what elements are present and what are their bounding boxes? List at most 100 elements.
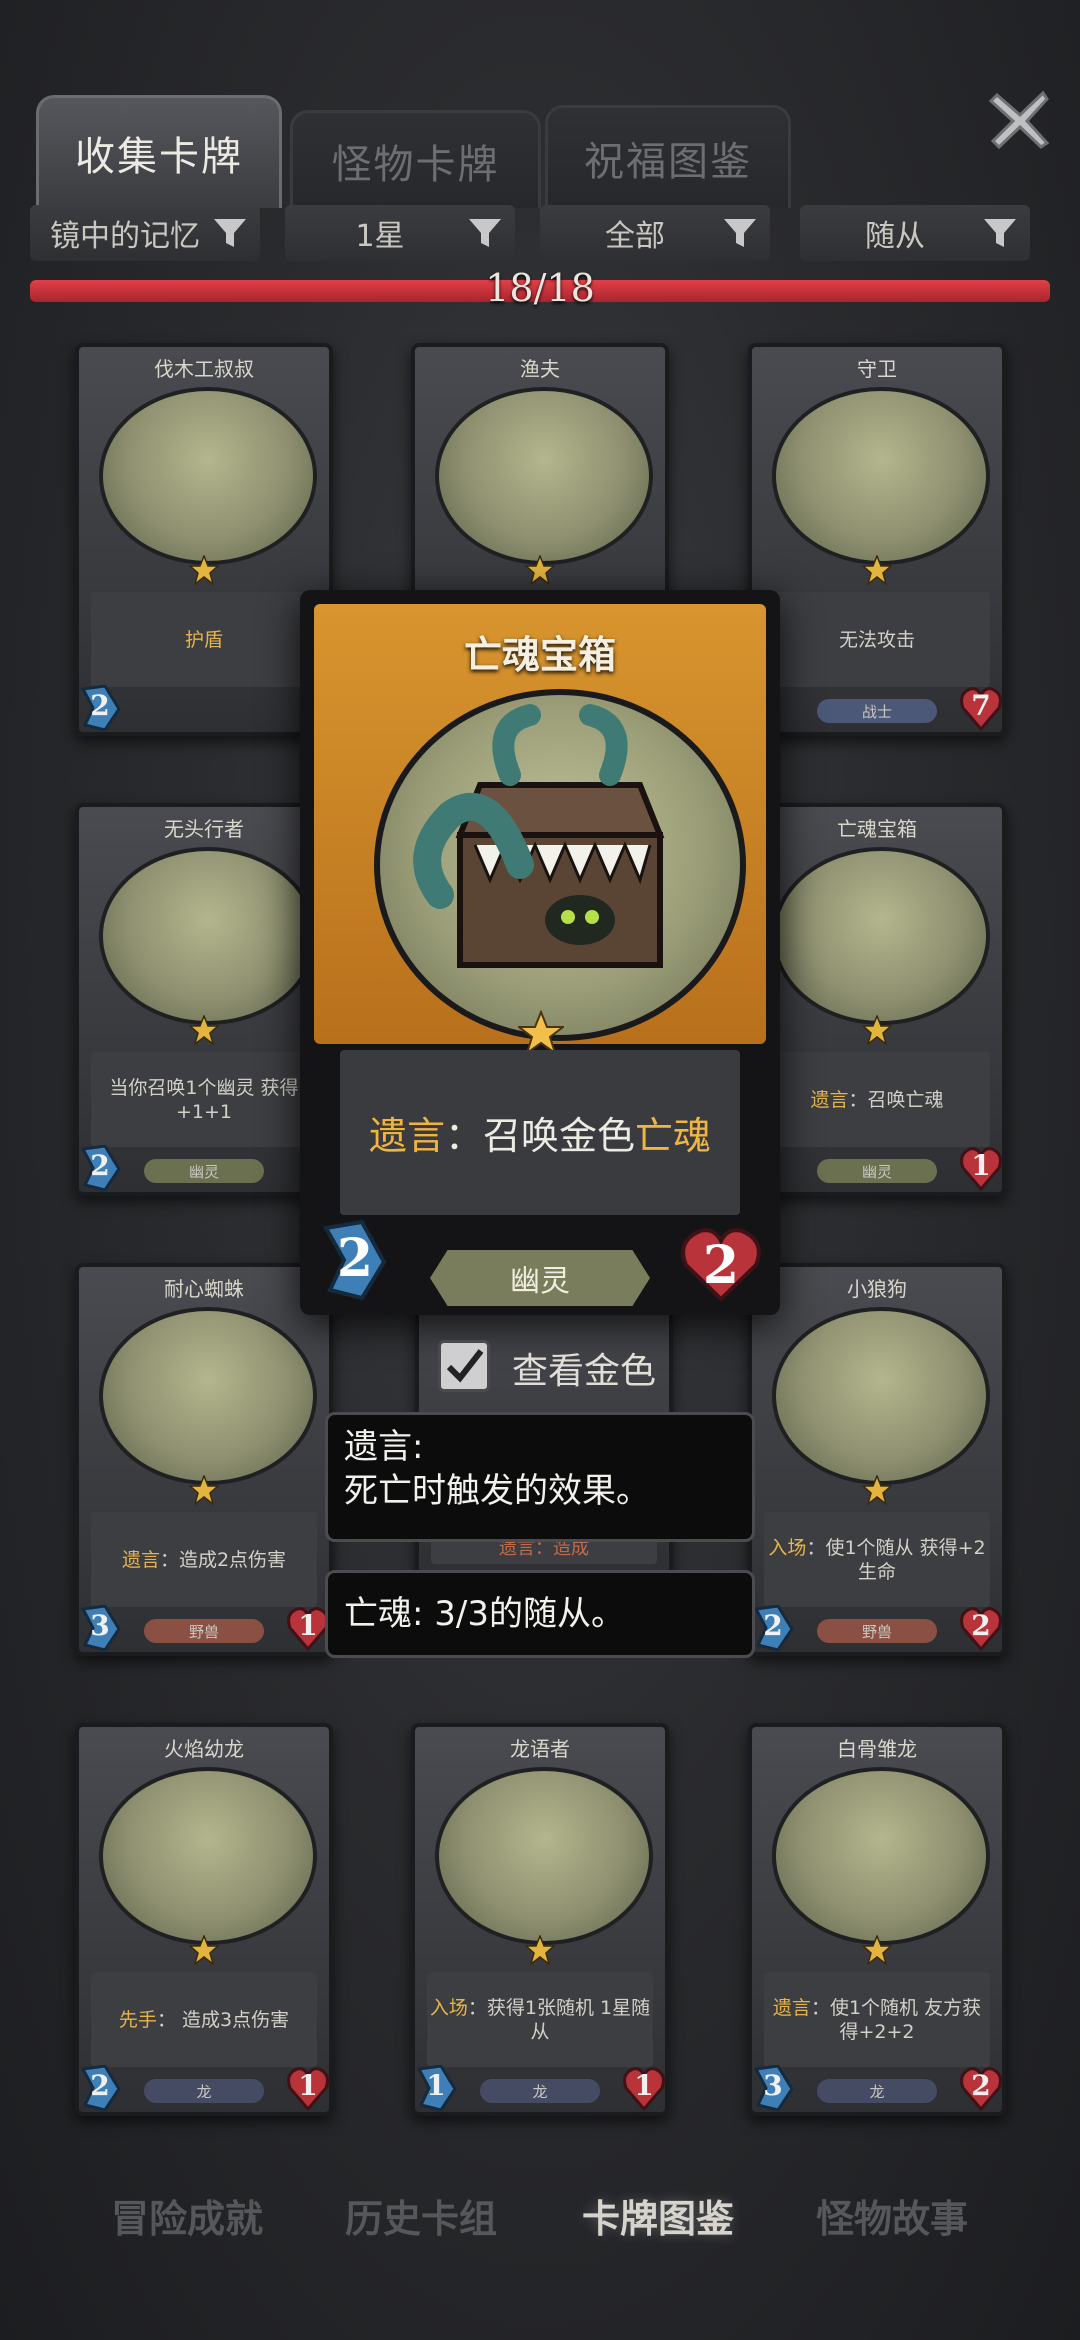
card-attack-value: 1 xyxy=(426,2069,446,2102)
star-icon xyxy=(189,1475,219,1505)
card-portrait xyxy=(99,1767,317,1945)
filter-star[interactable]: 1星 xyxy=(285,205,515,261)
funnel-icon xyxy=(214,219,246,247)
tooltip-soul-body: 亡魂: 3/3的随从。 xyxy=(344,1594,625,1634)
card-tribe-badge: 野兽 xyxy=(144,1619,264,1643)
tooltip-deathrattle-title: 遗言: xyxy=(344,1427,424,1467)
collection-card[interactable]: 亡魂宝箱 遗言：召唤亡魂 幽灵 1 xyxy=(748,803,1006,1196)
collection-card[interactable]: 伐木工叔叔 护盾 2 xyxy=(75,343,333,736)
popup-card-title: 亡魂宝箱 xyxy=(463,633,616,677)
popup-attack-value: 2 xyxy=(336,1228,374,1289)
heart-icon: 1 xyxy=(960,1145,1002,1192)
card-health-value: 1 xyxy=(298,2069,318,2102)
collection-card[interactable]: 耐心蜘蛛遗言：造成2点伤害野兽 3 1 xyxy=(75,1263,333,1656)
collection-card[interactable]: 无头行者 当你召唤1个幽灵 获得+1+1 幽灵 2 xyxy=(75,803,333,1196)
card-health-value: 7 xyxy=(971,689,991,722)
card-description: 遗言：召唤亡魂 xyxy=(764,1052,990,1147)
funnel-icon xyxy=(469,219,501,247)
card-portrait xyxy=(772,847,990,1025)
collection-card[interactable]: 小狼狗 入场：使1个随从 获得+2生命 野兽 2 2 xyxy=(748,1263,1006,1656)
funnel-icon xyxy=(724,219,756,247)
tooltip-deathrattle-body: 死亡时触发的效果。 xyxy=(344,1471,650,1511)
heart-icon: 2 xyxy=(960,1605,1002,1652)
card-attack-value: 2 xyxy=(90,2069,110,2102)
card-health-value: 1 xyxy=(298,1609,318,1642)
card-health-value: 2 xyxy=(971,2069,991,2102)
heart-icon: 1 xyxy=(287,2065,329,2112)
popup-card-description: 遗言 ：召唤金色 亡魂 xyxy=(340,1050,740,1215)
card-description: 遗言：造成2点伤害 xyxy=(91,1512,317,1607)
golden-checkbox-label[interactable]: 查看金色 xyxy=(512,1342,656,1394)
star-icon xyxy=(189,1015,219,1045)
card-name: 亡魂宝箱 xyxy=(837,817,917,841)
funnel-icon xyxy=(984,219,1016,247)
card-portrait xyxy=(99,387,317,565)
star-icon xyxy=(525,555,555,585)
tab-blessing-codex[interactable]: 祝福图鉴 xyxy=(545,105,791,208)
card-description: 当你召唤1个幽灵 获得+1+1 xyxy=(91,1052,317,1147)
star-icon xyxy=(525,1935,555,1965)
card-description: 入场：使1个随从 获得+2生命 xyxy=(764,1512,990,1607)
card-tribe-badge: 幽灵 xyxy=(144,1159,264,1183)
card-attack-value: 2 xyxy=(90,689,110,722)
card-tribe-badge: 龙 xyxy=(480,2079,600,2103)
card-attack-value: 3 xyxy=(90,1609,110,1642)
attack-icon: 2 xyxy=(320,1219,390,1301)
card-attack-value: 2 xyxy=(90,1149,110,1182)
card-name: 渔夫 xyxy=(520,357,560,381)
card-name: 龙语者 xyxy=(510,1737,570,1761)
popup-health-value: 2 xyxy=(702,1235,740,1296)
nav-adventure-achievements[interactable]: 冒险成就 xyxy=(72,2188,302,2243)
card-portrait xyxy=(772,1307,990,1485)
nav-history-decks[interactable]: 历史卡组 xyxy=(306,2188,536,2243)
card-detail-popup: 亡魂宝箱 遗言 ：召唤金色 亡魂 2 幽灵 2 xyxy=(300,590,780,1315)
attack-icon: 2 xyxy=(752,1604,794,1652)
card-portrait xyxy=(435,387,653,565)
filter-set-label: 镜中的记忆 xyxy=(50,219,200,254)
star-icon xyxy=(189,555,219,585)
card-attack-value: 2 xyxy=(763,1609,783,1642)
star-icon xyxy=(862,1935,892,1965)
star-icon xyxy=(862,1475,892,1505)
heart-icon: 1 xyxy=(287,1605,329,1652)
card-frame-golden: 亡魂宝箱 xyxy=(314,604,766,1044)
filter-tribe[interactable]: 全部 xyxy=(540,205,770,261)
card-description: 遗言：使1个随机 友方获得+2+2 xyxy=(764,1972,990,2067)
card-name: 白骨雏龙 xyxy=(837,1737,917,1761)
card-name: 耐心蜘蛛 xyxy=(164,1277,244,1301)
star-icon xyxy=(862,1015,892,1045)
attack-icon: 3 xyxy=(79,1604,121,1652)
nav-card-codex[interactable]: 卡牌图鉴 xyxy=(543,2188,773,2243)
card-name: 小狼狗 xyxy=(847,1277,907,1301)
collection-card[interactable]: 火焰幼龙 先手： 造成3点伤害龙 2 1 xyxy=(75,1723,333,2116)
attack-icon: 2 xyxy=(79,684,121,732)
collection-card[interactable]: 龙语者入场：获得1张随机 1星随从龙 1 1 xyxy=(411,1723,669,2116)
heart-icon: 2 xyxy=(960,2065,1002,2112)
card-portrait xyxy=(772,1767,990,1945)
card-portrait xyxy=(435,1767,653,1945)
card-tribe-badge: 龙 xyxy=(144,2079,264,2103)
card-name: 守卫 xyxy=(857,357,897,381)
collection-card[interactable]: 守卫 无法攻击 战士 7 xyxy=(748,343,1006,736)
card-portrait xyxy=(99,1307,317,1485)
card-health-value: 2 xyxy=(971,1609,991,1642)
close-icon[interactable] xyxy=(985,85,1055,155)
card-health-value: 1 xyxy=(634,2069,654,2102)
tab-monster-cards[interactable]: 怪物卡牌 xyxy=(290,110,541,208)
tab-collect-cards[interactable]: 收集卡牌 xyxy=(36,95,282,208)
golden-checkbox[interactable] xyxy=(438,1340,490,1392)
card-attack-value: 3 xyxy=(763,2069,783,2102)
card-description: 入场：获得1张随机 1星随从 xyxy=(427,1972,653,2067)
attack-icon: 2 xyxy=(79,1144,121,1192)
card-tribe-badge: 战士 xyxy=(817,699,937,723)
filter-type[interactable]: 随从 xyxy=(800,205,1030,261)
heart-icon: 2 xyxy=(680,1225,762,1303)
card-portrait xyxy=(772,387,990,565)
card-name: 火焰幼龙 xyxy=(164,1737,244,1761)
collection-card[interactable]: 白骨雏龙 遗言：使1个随机 友方获得+2+2 龙 3 2 xyxy=(748,1723,1006,2116)
filter-type-label: 随从 xyxy=(865,219,925,254)
filter-tribe-label: 全部 xyxy=(605,219,665,254)
filter-set[interactable]: 镜中的记忆 xyxy=(30,205,260,261)
tooltip-deathrattle: 遗言: 死亡时触发的效果。 xyxy=(325,1412,755,1542)
nav-monster-stories[interactable]: 怪物故事 xyxy=(777,2188,1007,2243)
